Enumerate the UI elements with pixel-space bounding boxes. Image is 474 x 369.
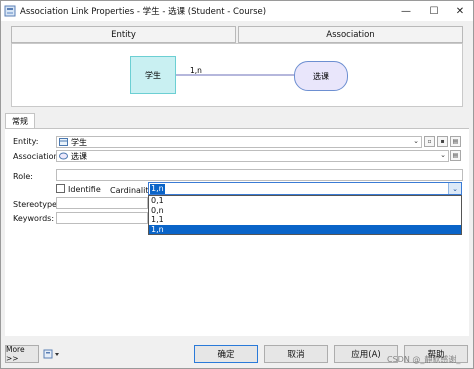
cancel-button[interactable]: 取消 — [264, 345, 328, 363]
properties-icon[interactable]: ▤ — [450, 150, 461, 161]
maximize-icon[interactable]: ☐ — [421, 1, 447, 21]
association-icon — [59, 152, 68, 160]
entity-icon — [59, 138, 68, 146]
minimize-icon[interactable]: — — [393, 1, 419, 21]
link-line — [176, 74, 294, 76]
link-tabs: Entity Association — [11, 26, 463, 43]
cardinality-option[interactable]: 1,1 — [149, 215, 461, 225]
app-icon — [4, 5, 16, 17]
association-select[interactable]: 选课 ⌄ — [56, 150, 449, 162]
diagram-cardinality: 1,n — [190, 66, 202, 75]
title-bar: Association Link Properties - 学生 - 选课 (S… — [1, 1, 473, 21]
close-icon[interactable]: ✕ — [447, 1, 473, 21]
link-diagram: 学生 1,n 选课 — [11, 43, 463, 107]
keywords-label: Keywords: — [13, 214, 55, 223]
cardinality-option[interactable]: 0,n — [149, 206, 461, 216]
toolbar-menu-icon[interactable] — [43, 349, 61, 359]
tab-general[interactable]: 常规 — [5, 113, 35, 128]
diagram-entity: 学生 — [130, 56, 176, 94]
chevron-down-icon: ⌄ — [413, 137, 419, 145]
create-icon[interactable]: ▫ — [424, 136, 435, 147]
properties-dialog: Association Link Properties - 学生 - 选课 (S… — [0, 0, 474, 369]
properties-icon[interactable]: ▤ — [450, 136, 461, 147]
chevron-down-icon[interactable]: ⌄ — [448, 183, 461, 194]
ok-button[interactable]: 确定 — [194, 345, 258, 363]
button-bar: More >> 确定 取消 应用(A) 帮助 CSDN @_静默感谢_ — [1, 337, 473, 369]
stereotype-label: Stereotype: — [13, 200, 60, 209]
cardinality-option[interactable]: 0,1 — [149, 196, 461, 206]
entity-value: 学生 — [71, 137, 87, 147]
entity-select[interactable]: 学生 ⌄ — [56, 136, 422, 148]
more-button[interactable]: More >> — [5, 345, 39, 363]
tab-entity[interactable]: Entity — [11, 26, 236, 43]
entity-label: Entity: — [13, 137, 39, 146]
stereotype-input[interactable] — [56, 197, 148, 209]
cardinality-option-selected[interactable]: 1,n — [149, 224, 461, 234]
chevron-down-icon: ⌄ — [440, 151, 446, 159]
keywords-input[interactable] — [56, 212, 148, 224]
identifier-checkbox[interactable] — [56, 184, 65, 193]
identifier-label: Identifie — [68, 185, 101, 194]
tab-association[interactable]: Association — [238, 26, 463, 43]
association-value: 选课 — [71, 151, 87, 161]
association-label: Association: — [13, 152, 62, 161]
role-input[interactable] — [56, 169, 463, 181]
diagram-association: 选课 — [294, 61, 348, 91]
cardinality-select[interactable]: 1,n ⌄ — [148, 182, 462, 195]
cardinality-value: 1,n — [150, 183, 165, 194]
watermark: CSDN @_静默感谢_ — [387, 355, 461, 364]
browse-icon[interactable]: ▪ — [437, 136, 448, 147]
window-title: Association Link Properties - 学生 - 选课 (S… — [20, 7, 267, 17]
role-label: Role: — [13, 172, 33, 181]
cardinality-dropdown: 0,1 0,n 1,1 1,n — [148, 195, 462, 235]
